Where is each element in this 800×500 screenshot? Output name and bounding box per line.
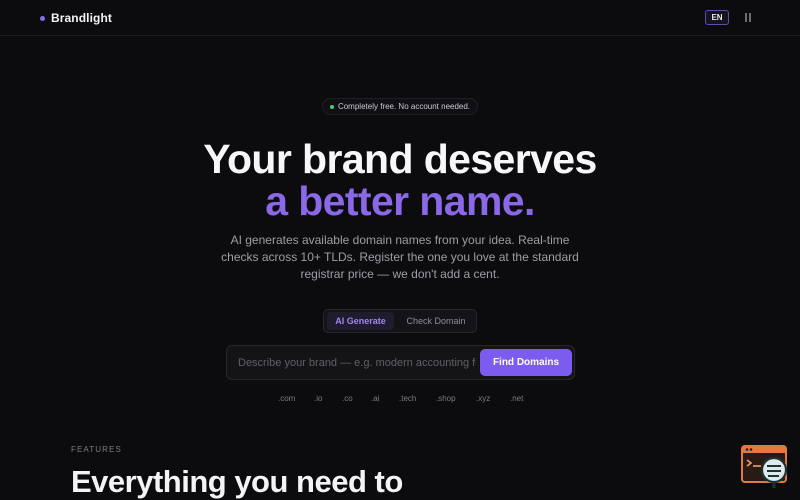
tld-item[interactable]: .io [314,394,322,403]
domain-search-box: Find Domains [226,345,575,380]
brand-name: Brandlight [51,11,112,25]
free-status-badge: Completely free. No account needed. [322,98,478,115]
tld-item[interactable]: .shop [436,394,456,403]
tld-item[interactable]: .net [510,394,523,403]
status-dot-icon [329,104,334,109]
brand-dot-icon [40,15,45,21]
mode-tabs: AI Generate Check Domain [323,309,477,333]
tab-ai-generate[interactable]: AI Generate [327,312,394,330]
tld-item[interactable]: .xyz [476,394,490,403]
brand-description-input[interactable] [238,354,476,372]
brand-logo[interactable]: Brandlight [40,11,112,25]
features-section-label: FEATURES [71,445,122,454]
hero-title-accent: a better name. [265,178,535,224]
tld-item[interactable]: .com [278,394,295,403]
tab-check-domain[interactable]: Check Domain [398,312,474,330]
tld-item[interactable]: .ai [371,394,379,403]
hero-subtitle: AI generates available domain names from… [221,233,579,281]
top-navigation-bar: Brandlight EN [0,0,800,36]
chat-widget-icon[interactable] [741,444,789,489]
hero-title: Your brand deserves [203,136,597,182]
tld-item[interactable]: .tech [399,394,416,403]
find-domains-button[interactable]: Find Domains [480,349,572,376]
tld-item[interactable]: .co [342,394,353,403]
pause-icon[interactable] [744,13,752,22]
language-switcher-button[interactable]: EN [705,10,729,25]
badge-text: Completely free. No account needed. [337,102,471,111]
features-section-title: Everything you need to [71,464,403,499]
